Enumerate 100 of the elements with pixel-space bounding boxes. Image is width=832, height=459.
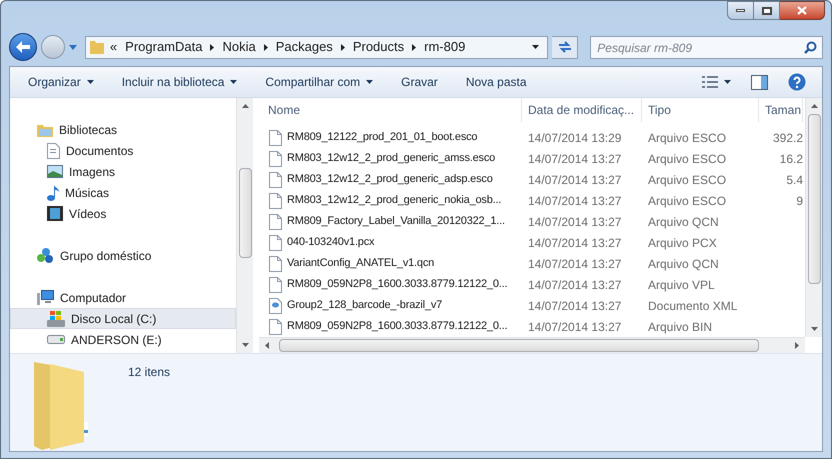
type-cell-text: Arquivo ESCO <box>647 150 728 168</box>
back-button[interactable] <box>9 33 37 61</box>
close-button[interactable] <box>780 1 825 20</box>
type-cell-text: Documento XML <box>647 298 738 314</box>
picture-icon <box>47 165 63 178</box>
date-cell-text: 14/07/2014 13:27 <box>527 298 622 314</box>
date-cell-text: 14/07/2014 13:27 <box>527 318 622 336</box>
document-icon <box>47 142 60 158</box>
toolbar-button[interactable]: Compartilhar com <box>255 67 384 97</box>
back-arrow-icon <box>16 41 30 53</box>
dropdown-caret-icon <box>532 45 540 49</box>
file-name[interactable]: Group2_128_barcode_-brazil_v7 <box>259 297 522 314</box>
file-name[interactable]: RM809_059N2P8_1600.3033.8779.12122_0... <box>259 276 522 293</box>
sidebar-item[interactable]: Músicas <box>10 182 236 203</box>
scroll-left-icon[interactable] <box>265 342 269 349</box>
address-bar[interactable]: « ProgramData Nokia Packages Products rm-809 <box>84 36 548 58</box>
file-name[interactable]: RM803_12w12_2_prod_generic_nokia_osb... <box>259 192 522 209</box>
column-header[interactable]: Taman <box>759 98 803 122</box>
type-cell-text: Arquivo BIN <box>647 318 714 336</box>
computer-icon <box>37 290 54 305</box>
column-header[interactable]: Data de modificaç... <box>522 98 642 122</box>
maximize-button[interactable] <box>754 1 780 20</box>
size-cell-text: 16.2 <box>778 150 803 168</box>
breadcrumb[interactable]: ProgramData <box>125 37 202 57</box>
type-cell-text: Arquivo ESCO <box>647 130 728 146</box>
file-icon <box>269 172 282 188</box>
film-icon <box>47 206 63 221</box>
caret-icon <box>230 80 238 84</box>
minimize-button[interactable] <box>727 1 754 20</box>
file-icon <box>269 276 282 292</box>
file-name[interactable]: RM809_12122_prod_201_01_boot.esco <box>259 129 522 146</box>
sidebar-item[interactable]: Computador <box>10 287 236 308</box>
type-cell-text: Arquivo QCN <box>647 256 720 272</box>
vertical-scrollbar[interactable] <box>805 98 822 337</box>
toolbar-button[interactable]: Incluir na biblioteca <box>112 67 248 97</box>
date-cell-text: 14/07/2014 13:27 <box>527 256 622 272</box>
file-name[interactable]: RM803_12w12_2_prod_generic_amss.esco <box>259 150 522 167</box>
date-cell-text: 14/07/2014 13:27 <box>527 214 622 230</box>
sidebar-item[interactable]: Vídeos <box>10 203 236 224</box>
type-cell-text: Arquivo PCX <box>647 234 718 252</box>
sidebar-item[interactable]: Grupo doméstico <box>10 245 236 266</box>
search-field[interactable]: Pesquisar rm-809 <box>590 36 823 59</box>
file-icon <box>269 318 282 334</box>
file-icon <box>269 256 282 272</box>
refresh-button[interactable] <box>552 36 578 58</box>
toolbar-button[interactable]: Nova pasta <box>456 67 537 97</box>
file-icon <box>269 214 282 230</box>
file-icon <box>269 130 282 146</box>
caret-icon <box>724 80 731 84</box>
list-view-icon <box>702 76 718 88</box>
scroll-down-icon[interactable] <box>242 343 248 347</box>
toolbar-button[interactable]: Gravar <box>391 67 448 97</box>
horizontal-scrollbar[interactable] <box>259 337 805 353</box>
column-header[interactable]: Tipo <box>642 98 759 122</box>
caret-icon <box>86 80 94 84</box>
column-header[interactable]: Nome <box>259 98 522 122</box>
folder-icon <box>90 40 104 54</box>
homegroup-icon <box>37 248 54 264</box>
date-cell-text: 14/07/2014 13:27 <box>527 172 622 188</box>
breadcrumb[interactable]: Nokia <box>222 37 256 57</box>
sidebar-item[interactable]: ANDERSON (E:) <box>10 329 236 350</box>
date-cell-text: 14/07/2014 13:27 <box>527 192 622 210</box>
file-name[interactable]: RM809_059N2P8_1600.3033.8779.12122_0... <box>259 318 522 335</box>
toolbar-button[interactable]: Organizar <box>18 67 104 97</box>
sidebar-item[interactable]: Disco Local (C:) <box>10 308 236 329</box>
vertical-scrollbar[interactable] <box>236 98 253 353</box>
type-cell-text: Arquivo VPL <box>647 276 716 294</box>
type-cell-text: Arquivo ESCO <box>647 172 728 188</box>
preview-pane-icon <box>751 74 768 90</box>
folder-icon <box>37 122 53 136</box>
scroll-up-icon[interactable] <box>810 104 818 108</box>
overflow-chevron[interactable]: « <box>110 37 118 57</box>
breadcrumb-arrow-icon <box>264 44 268 50</box>
xml-document-icon <box>269 298 282 314</box>
breadcrumb[interactable]: Products <box>352 37 404 57</box>
hard-drive-icon <box>47 310 65 326</box>
search-icon <box>804 40 817 54</box>
date-cell-text: 14/07/2014 13:27 <box>527 150 622 168</box>
date-cell-text: 14/07/2014 13:29 <box>527 130 622 146</box>
file-name[interactable]: RM803_12w12_2_prod_generic_adsp.esco <box>259 171 522 188</box>
file-name[interactable]: 040-103240v1.pcx <box>259 234 522 251</box>
item-count: 12 itens <box>128 364 170 381</box>
breadcrumb-arrow-icon <box>210 44 214 50</box>
sidebar-item[interactable]: Bibliotecas <box>10 119 236 140</box>
sidebar-item[interactable]: Imagens <box>10 161 236 182</box>
breadcrumb[interactable]: Packages <box>276 37 333 57</box>
file-name[interactable]: RM809_Factory_Label_Vanilla_20120322_1... <box>259 213 522 230</box>
scroll-up-icon[interactable] <box>242 104 248 108</box>
close-icon <box>797 6 807 15</box>
scroll-down-icon[interactable] <box>810 327 818 331</box>
history-caret-icon <box>68 44 77 50</box>
breadcrumb-arrow-icon <box>340 44 345 50</box>
breadcrumb-arrow-icon <box>412 44 416 50</box>
music-note-icon <box>47 184 59 200</box>
sidebar-item[interactable]: Documentos <box>10 140 236 161</box>
breadcrumb[interactable]: rm-809 <box>424 37 466 57</box>
drive-icon <box>47 335 65 344</box>
refresh-icon <box>558 41 572 53</box>
file-name[interactable]: VariantConfig_ANATEL_v1.qcn <box>259 255 522 272</box>
scroll-right-icon[interactable] <box>795 342 799 349</box>
